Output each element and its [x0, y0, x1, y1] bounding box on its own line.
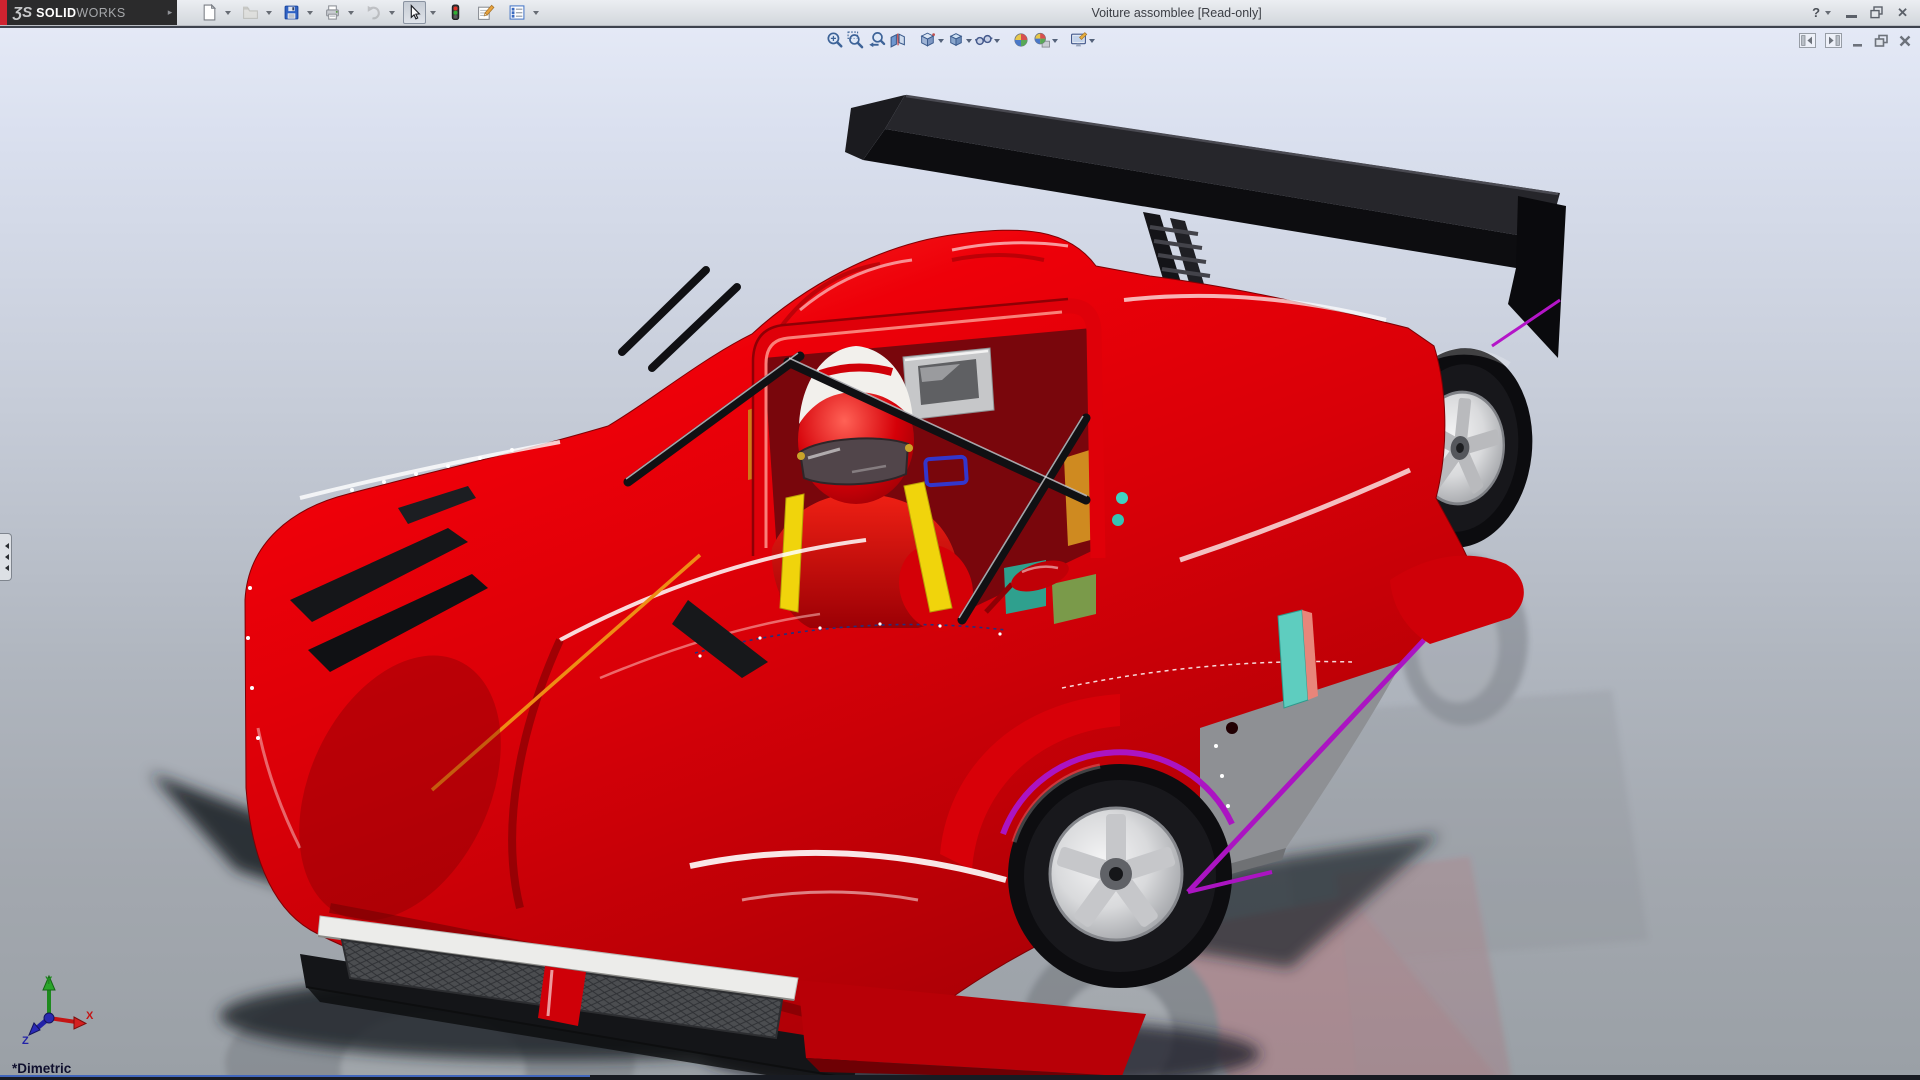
options-list-icon [508, 4, 526, 21]
view-orientation-dropdown[interactable] [938, 39, 944, 46]
triad-y-label: Y [45, 975, 53, 987]
pane-previous-button[interactable] [1799, 33, 1816, 48]
view-orientation-label: *Dimetric [12, 1061, 71, 1076]
document-close-icon [1898, 34, 1912, 48]
edit-note-button[interactable] [474, 1, 498, 24]
open-document-button[interactable] [239, 1, 262, 24]
grille-center-strut [538, 966, 586, 1026]
previous-view-icon [868, 31, 886, 49]
appearance-sphere-icon [1012, 31, 1030, 49]
close-button[interactable]: ✕ [1897, 5, 1908, 21]
view-orientation-icon [919, 31, 937, 49]
document-minimize-button[interactable] [1851, 34, 1865, 48]
document-restore-button[interactable] [1874, 34, 1889, 48]
section-view-button[interactable] [887, 30, 908, 50]
air-intake-box[interactable] [903, 348, 994, 420]
window-controls: ? ✕ [1812, 5, 1920, 21]
display-style-dropdown[interactable] [966, 39, 972, 46]
display-style-button[interactable] [945, 30, 966, 50]
wheel-mid-right[interactable] [1008, 764, 1232, 988]
minimize-button[interactable] [1846, 7, 1857, 18]
display-style-icon [947, 31, 965, 49]
zoom-to-area-button[interactable] [845, 30, 866, 50]
logo-flyout-arrow[interactable]: ▸ [163, 0, 177, 25]
pane-next-icon [1825, 33, 1842, 48]
brand-solid: SOLID [36, 6, 76, 20]
feature-manager-collapsed-tab[interactable] [0, 533, 12, 581]
3d-scene[interactable] [0, 28, 1920, 1080]
help-button[interactable]: ? [1812, 5, 1820, 20]
graphics-area[interactable]: Y X Z *Dimetric [0, 26, 1920, 1080]
print-button[interactable] [321, 1, 344, 24]
window-title: Voiture assomblee [Read-only] [541, 6, 1812, 20]
minimize-icon [1846, 15, 1857, 18]
eyeglasses-icon [975, 31, 993, 49]
print-dropdown[interactable] [348, 11, 354, 18]
pane-next-button[interactable] [1825, 33, 1842, 48]
orientation-triad: Y X Z [16, 972, 94, 1044]
rebuild-button[interactable] [444, 1, 467, 24]
view-settings-icon [1070, 31, 1088, 49]
zoom-to-area-icon [847, 31, 865, 49]
side-port-hole [1226, 722, 1238, 734]
helmet-visor [800, 438, 908, 484]
help-dropdown[interactable] [1825, 11, 1831, 18]
undo-icon [365, 4, 382, 21]
brand-mark: ƷS [13, 4, 32, 21]
undo-dropdown[interactable] [389, 11, 395, 18]
undo-button[interactable] [362, 1, 385, 24]
collapse-arrow-icon [2, 565, 9, 571]
options-button[interactable] [505, 1, 529, 24]
save-dropdown[interactable] [307, 11, 313, 18]
title-bar: ƷS SOLIDWORKS ▸ [0, 0, 1920, 26]
triad-z-label: Z [22, 1035, 29, 1044]
teal-button-2 [1112, 514, 1124, 526]
edit-appearance-button[interactable] [1010, 30, 1031, 50]
collapse-arrow-icon [2, 554, 9, 560]
solidworks-logo: ƷS SOLIDWORKS [0, 0, 163, 25]
new-document-button[interactable] [198, 1, 221, 24]
traffic-light-icon [447, 4, 464, 21]
document-window-controls [1799, 33, 1912, 48]
window-bottom-edge [0, 1075, 1920, 1080]
new-document-icon [201, 4, 218, 21]
view-orientation-button[interactable] [917, 30, 938, 50]
document-restore-icon [1874, 34, 1889, 48]
document-close-button[interactable] [1898, 34, 1912, 48]
select-cursor-icon [406, 4, 423, 21]
view-settings-button[interactable] [1068, 30, 1089, 50]
save-icon [283, 4, 300, 21]
apply-scene-icon [1033, 31, 1051, 49]
apply-scene-dropdown[interactable] [1052, 39, 1058, 46]
note-pencil-icon [477, 4, 495, 21]
heads-up-view-toolbar [824, 30, 1096, 50]
restore-icon [1870, 6, 1884, 19]
print-icon [324, 4, 341, 21]
previous-view-button[interactable] [866, 30, 887, 50]
new-document-dropdown[interactable] [225, 11, 231, 18]
restore-button[interactable] [1870, 6, 1884, 19]
save-button[interactable] [280, 1, 303, 24]
zoom-to-fit-button[interactable] [824, 30, 845, 50]
triad-x-label: X [86, 1010, 94, 1022]
hide-show-items-dropdown[interactable] [994, 39, 1000, 46]
document-minimize-icon [1851, 34, 1865, 48]
main-toolbar [197, 1, 541, 24]
section-view-icon [889, 31, 907, 49]
open-document-dropdown[interactable] [266, 11, 272, 18]
hide-show-items-button[interactable] [973, 30, 994, 50]
options-dropdown[interactable] [533, 11, 539, 18]
teal-button-1 [1116, 492, 1128, 504]
open-document-icon [242, 4, 259, 21]
pane-previous-icon [1799, 33, 1816, 48]
zoom-to-fit-icon [826, 31, 844, 49]
brand-works: WORKS [76, 6, 125, 20]
collapse-arrow-icon [2, 543, 9, 549]
select-tool-dropdown[interactable] [430, 11, 436, 18]
select-tool-button[interactable] [403, 1, 426, 24]
solidworks-window: ƷS SOLIDWORKS ▸ [0, 0, 1920, 1080]
apply-scene-button[interactable] [1031, 30, 1052, 50]
view-settings-dropdown[interactable] [1089, 39, 1095, 46]
